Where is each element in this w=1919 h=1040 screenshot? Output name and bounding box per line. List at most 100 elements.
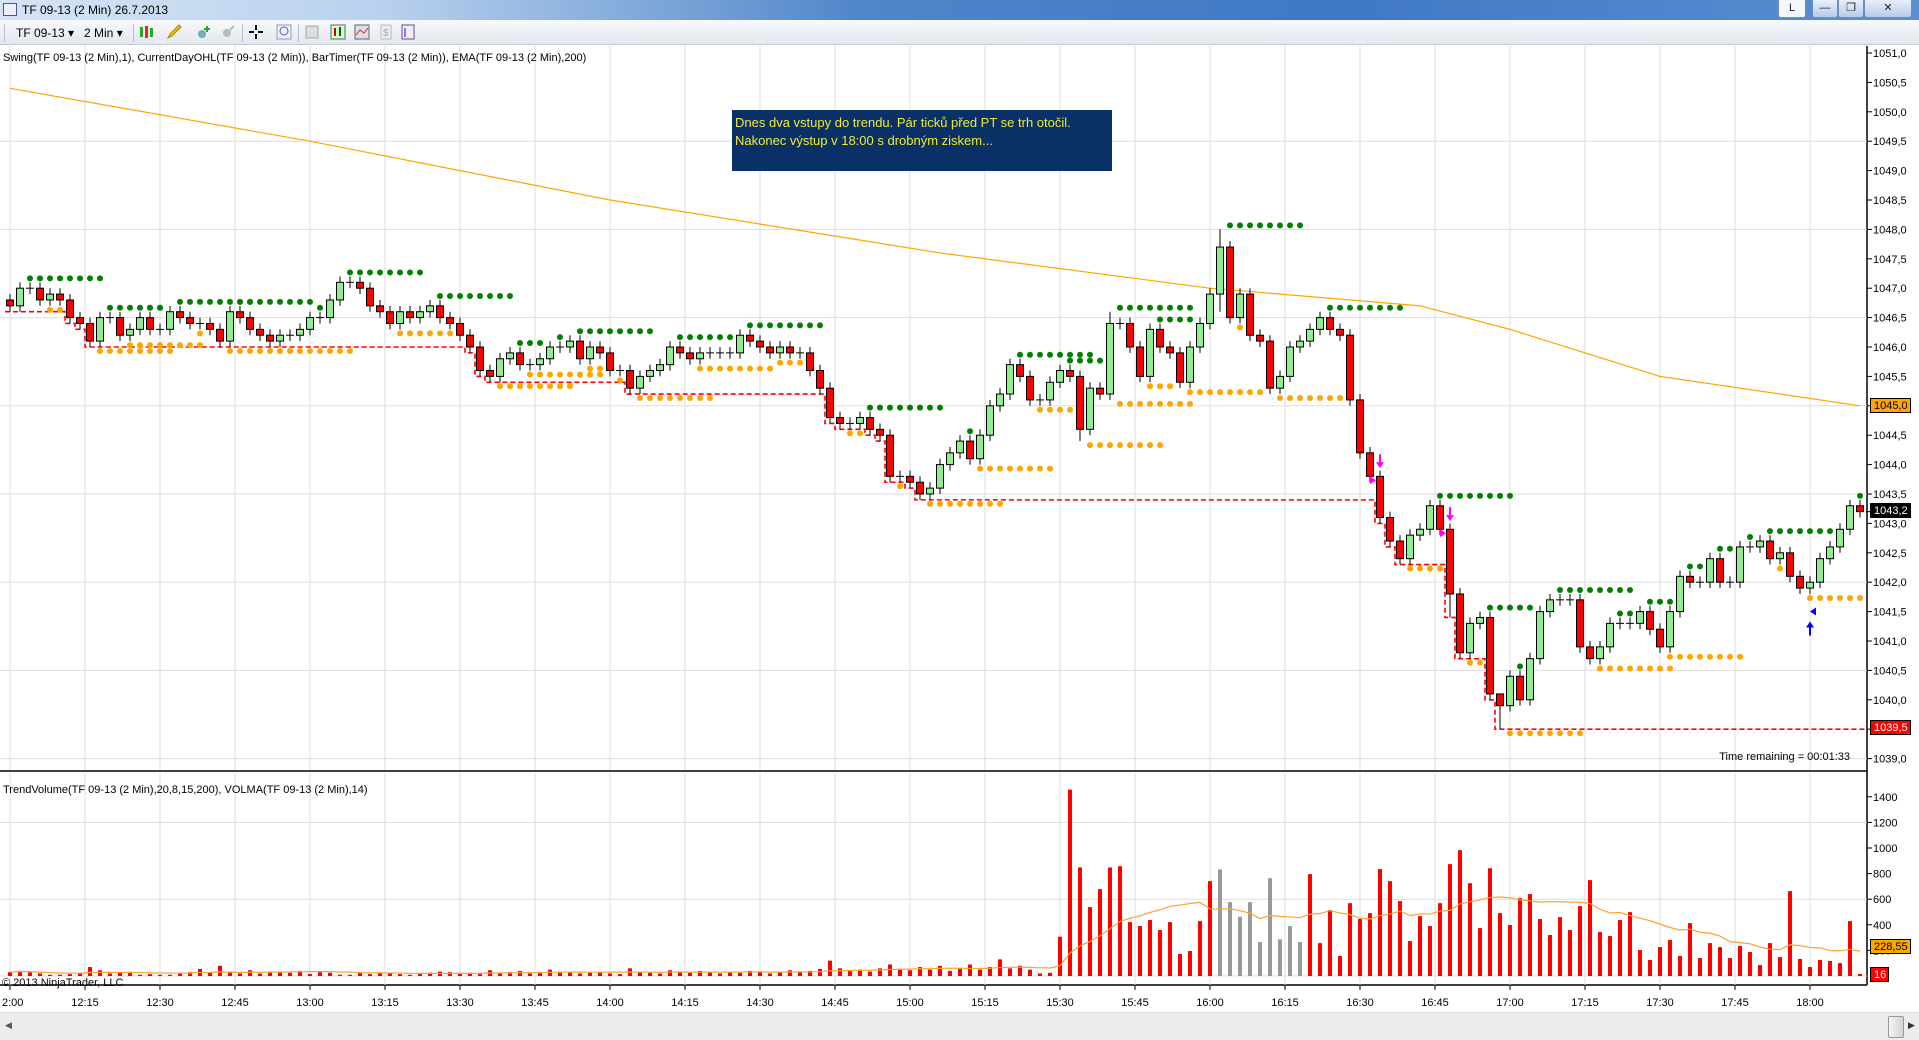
swing-high-dot [297, 298, 303, 305]
volma-line [9, 896, 1861, 975]
scroll-thumb[interactable] [1888, 1016, 1904, 1038]
y-tick-label: 1040,5 [1873, 665, 1907, 677]
y-tick-label: 1050,0 [1873, 107, 1907, 119]
swing-low-dot [1147, 383, 1153, 390]
scroll-left-icon[interactable]: ◀ [5, 1020, 12, 1031]
swing-low-dot [977, 500, 983, 507]
swing-low-dot [307, 348, 313, 354]
chart-note[interactable]: Dnes dva vstupy do trendu. Pár ticků pře… [732, 110, 1112, 171]
x-tick-label: 2:00 [2, 997, 23, 1009]
swing-low-dot [197, 342, 203, 349]
volume-bar [1178, 953, 1182, 976]
volume-bar [1768, 943, 1772, 976]
note-line-2: Nakonec výstup v 18:00 s drobným ziskem.… [735, 133, 993, 148]
swing-high-dot [407, 269, 413, 276]
volume-bar [898, 968, 902, 976]
horizontal-scrollbar[interactable]: ◀ ▶ [0, 1012, 1919, 1040]
swing-high-dot [1167, 316, 1173, 323]
candle-body [136, 317, 144, 330]
swing-low-dot [1667, 653, 1673, 660]
swing-low-dot [707, 365, 713, 372]
swing-low-dot [1007, 465, 1013, 472]
volume-bar [768, 973, 772, 976]
y-tick-label: 1048,5 [1873, 195, 1907, 207]
volume-bar [288, 972, 292, 976]
swing-high-dot [767, 322, 773, 329]
volume-bar [1108, 867, 1112, 976]
price-indicators-label: Swing(TF 09-13 (2 Min),1), CurrentDayOHL… [3, 52, 587, 64]
swing-low-dot [1147, 400, 1153, 407]
candle-body [1146, 328, 1154, 377]
swing-high-dot [1097, 357, 1103, 364]
swing-high-dot [277, 298, 283, 305]
candle-body [1446, 528, 1454, 595]
copyright-text: © 2013 NinjaTrader, LLC [2, 977, 124, 989]
swing-low-dot [1227, 389, 1233, 396]
swing-low-dot [1427, 565, 1433, 572]
x-tick-label: 17:15 [1571, 997, 1599, 1009]
swing-high-dot [27, 275, 33, 282]
swing-low-dot [1037, 465, 1043, 472]
swing-low-dot [1307, 395, 1313, 402]
volume-bar [978, 969, 982, 976]
volume-bar [1408, 941, 1412, 976]
y-tick-label: 1043,5 [1873, 489, 1907, 501]
volume-bar [1698, 958, 1702, 976]
candle-body [406, 311, 414, 319]
swing-low-dot [447, 330, 453, 337]
y-tick-label: 1049,5 [1873, 136, 1907, 148]
swing-high-dot [1267, 222, 1273, 229]
swing-low-dot [187, 342, 193, 349]
candle-body [1586, 646, 1594, 660]
volume-bar [248, 970, 252, 976]
swing-high-dot [967, 428, 973, 435]
swing-high-dot [1067, 357, 1073, 364]
swing-low-dot [127, 348, 133, 354]
volume-bar [348, 974, 352, 976]
volume-bar [308, 974, 312, 976]
y-tick-label: 1043,0 [1873, 518, 1907, 530]
swing-high-dot [1177, 304, 1183, 311]
volume-bar [1858, 973, 1862, 976]
candle-body [466, 334, 474, 348]
volume-bar [968, 964, 972, 976]
swing-low-dot [847, 430, 853, 437]
swing-low-dot [967, 500, 973, 507]
swing-low-dot [47, 306, 53, 313]
swing-high-dot [777, 322, 783, 329]
swing-high-dot [1357, 304, 1363, 311]
volume-bar [1468, 883, 1472, 976]
candle-body [1426, 505, 1434, 530]
swing-high-dot [1347, 304, 1353, 311]
swing-high-dot [1297, 222, 1303, 229]
candle-body [1416, 528, 1424, 536]
scroll-right-icon[interactable]: ▶ [1908, 1020, 1915, 1031]
volume-bar [168, 974, 172, 976]
swing-high-dot [477, 292, 483, 299]
volume-tick-label: 1000 [1873, 843, 1897, 855]
swing-high-dot [867, 404, 873, 411]
candle-body [256, 328, 264, 336]
swing-low-dot [1137, 442, 1143, 449]
x-tick-label: 12:15 [71, 997, 99, 1009]
volume-bar [1558, 917, 1562, 976]
swing-high-dot [627, 328, 633, 335]
candle-body [476, 346, 484, 372]
swing-low-dot [1037, 406, 1043, 413]
swing-low-dot [667, 395, 673, 402]
candle-body [946, 452, 954, 466]
swing-low-dot [1137, 400, 1143, 407]
volume-bar [1198, 921, 1202, 976]
candle-body [576, 340, 584, 360]
swing-high-dot [557, 334, 563, 341]
volume-bar [1458, 850, 1462, 976]
candle-body [126, 328, 134, 336]
candle-body [1336, 328, 1344, 336]
candle-body [606, 352, 614, 372]
candle-body [506, 352, 514, 360]
candle-body [1536, 611, 1544, 660]
x-tick-label: 15:30 [1046, 997, 1074, 1009]
volume-bar [1588, 880, 1592, 976]
swing-low-dot [1597, 665, 1603, 672]
candle-body [626, 370, 634, 389]
